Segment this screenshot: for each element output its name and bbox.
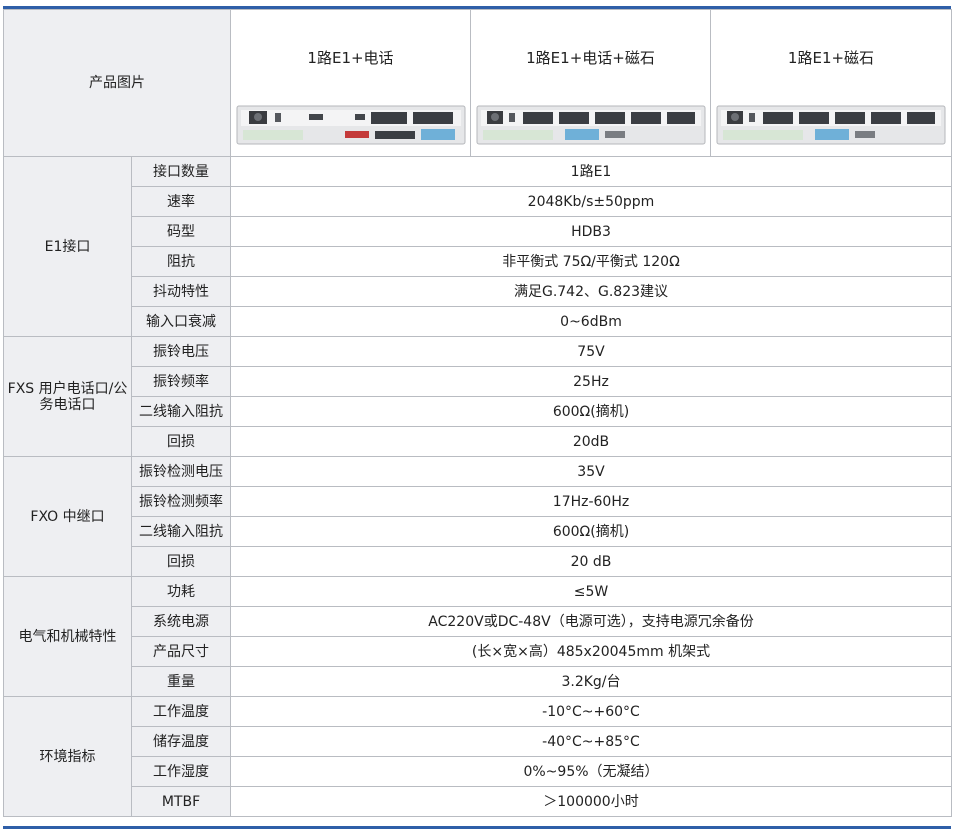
table-row: MTBF ＞100000小时 — [4, 786, 952, 817]
bottom-accent-rule — [3, 826, 951, 829]
group-label: 环境指标 — [3, 696, 132, 817]
param-label: 振铃检测频率 — [131, 486, 231, 517]
group-label: E1接口 — [3, 156, 132, 337]
table-row: 二线输入阻抗 600Ω(摘机) — [4, 396, 952, 427]
table-row: 系统电源 AC220V或DC-48V（电源可选），支持电源冗余备份 — [4, 606, 952, 637]
table-row: 回损 20 dB — [4, 546, 952, 577]
group-label: FXO 中继口 — [3, 456, 132, 577]
product-title: 1路E1+电话 — [307, 49, 394, 67]
param-value: -40°C~+85°C — [230, 726, 952, 757]
table-row: 环境指标 工作温度 -10°C~+60°C — [3, 696, 952, 817]
table-row: E1接口 接口数量 1路E1 — [3, 156, 952, 337]
table-row: 阻抗 非平衡式 75Ω/平衡式 120Ω — [4, 246, 952, 277]
param-value: -10°C~+60°C — [230, 696, 952, 727]
param-label: 工作湿度 — [131, 756, 231, 787]
param-label: 回损 — [131, 546, 231, 577]
device-1u-rack-image — [716, 105, 946, 145]
table-row: 工作湿度 0%~95%（无凝结） — [4, 756, 952, 787]
table-row: 回损 20dB — [4, 426, 952, 457]
product-cell-1: 1路E1+电话 — [230, 9, 471, 157]
param-value: ≤5W — [230, 576, 952, 607]
table-row: 抖动特性 满足G.742、G.823建议 — [4, 276, 952, 307]
param-value: 2048Kb/s±50ppm — [230, 186, 952, 217]
param-value: 3.2Kg/台 — [230, 666, 952, 697]
table-row: 码型 HDB3 — [4, 216, 952, 247]
param-value: 17Hz-60Hz — [230, 486, 952, 517]
table-row: 储存温度 -40°C~+85°C — [4, 726, 952, 757]
param-value: 600Ω(摘机) — [230, 516, 952, 547]
table-row: 输入口衰减 0~6dBm — [4, 306, 952, 337]
param-label: 阻抗 — [131, 246, 231, 277]
param-label: 功耗 — [131, 576, 231, 607]
table-row: 振铃频率 25Hz — [4, 366, 952, 397]
param-label: 储存温度 — [131, 726, 231, 757]
param-value: 满足G.742、G.823建议 — [230, 276, 952, 307]
param-value: 20 dB — [230, 546, 952, 577]
device-1u-rack-image — [476, 105, 705, 145]
param-value: 600Ω(摘机) — [230, 396, 952, 427]
spec-table: 产品图片 1路E1+电话 1路E1+电话+磁石 1路E1+磁石 E1接口 接口数… — [3, 9, 952, 817]
param-label: 接口数量 — [131, 156, 231, 187]
param-value: 非平衡式 75Ω/平衡式 120Ω — [230, 246, 952, 277]
device-1u-rack-image — [236, 105, 465, 145]
product-title: 1路E1+磁石 — [787, 49, 875, 67]
product-image-header: 产品图片 — [3, 9, 231, 157]
param-value: 25Hz — [230, 366, 952, 397]
param-label: 系统电源 — [131, 606, 231, 637]
table-row: 电气和机械特性 功耗 ≤5W — [3, 576, 952, 697]
param-value: 35V — [230, 456, 952, 487]
table-row: FXO 中继口 振铃检测电压 35V — [3, 456, 952, 577]
param-label: 重量 — [131, 666, 231, 697]
param-label: 抖动特性 — [131, 276, 231, 307]
table-row: 二线输入阻抗 600Ω(摘机) — [4, 516, 952, 547]
param-value: 0~6dBm — [230, 306, 952, 337]
param-label: 码型 — [131, 216, 231, 247]
param-label: MTBF — [131, 786, 231, 817]
param-label: 振铃频率 — [131, 366, 231, 397]
param-value: 0%~95%（无凝结） — [230, 756, 952, 787]
table-row: 速率 2048Kb/s±50ppm — [4, 186, 952, 217]
param-label: 输入口衰减 — [131, 306, 231, 337]
param-label: 产品尺寸 — [131, 636, 231, 667]
param-value: ＞100000小时 — [230, 786, 952, 817]
param-value: AC220V或DC-48V（电源可选），支持电源冗余备份 — [230, 606, 952, 637]
param-label: 工作温度 — [131, 696, 231, 727]
param-value: 20dB — [230, 426, 952, 457]
param-value: 1路E1 — [230, 156, 952, 187]
table-row: 振铃检测频率 17Hz-60Hz — [4, 486, 952, 517]
param-label: 二线输入阻抗 — [131, 396, 231, 427]
group-label: FXS 用户电话口/公务电话口 — [3, 336, 132, 457]
param-value: HDB3 — [230, 216, 952, 247]
param-value: (长×宽×高）485x20045mm 机架式 — [230, 636, 952, 667]
param-label: 振铃检测电压 — [131, 456, 231, 487]
table-row: 重量 3.2Kg/台 — [4, 666, 952, 697]
product-title: 1路E1+电话+磁石 — [526, 49, 655, 67]
param-label: 回损 — [131, 426, 231, 457]
product-cell-3: 1路E1+磁石 — [710, 9, 952, 157]
param-label: 速率 — [131, 186, 231, 217]
product-cell-2: 1路E1+电话+磁石 — [470, 9, 711, 157]
param-value: 75V — [230, 336, 952, 367]
table-row: 产品尺寸 (长×宽×高）485x20045mm 机架式 — [4, 636, 952, 667]
group-label: 电气和机械特性 — [3, 576, 132, 697]
param-label: 二线输入阻抗 — [131, 516, 231, 547]
table-row: FXS 用户电话口/公务电话口 振铃电压 75V — [3, 336, 952, 457]
param-label: 振铃电压 — [131, 336, 231, 367]
product-image-row: 产品图片 1路E1+电话 1路E1+电话+磁石 1路E1+磁石 — [3, 9, 952, 157]
